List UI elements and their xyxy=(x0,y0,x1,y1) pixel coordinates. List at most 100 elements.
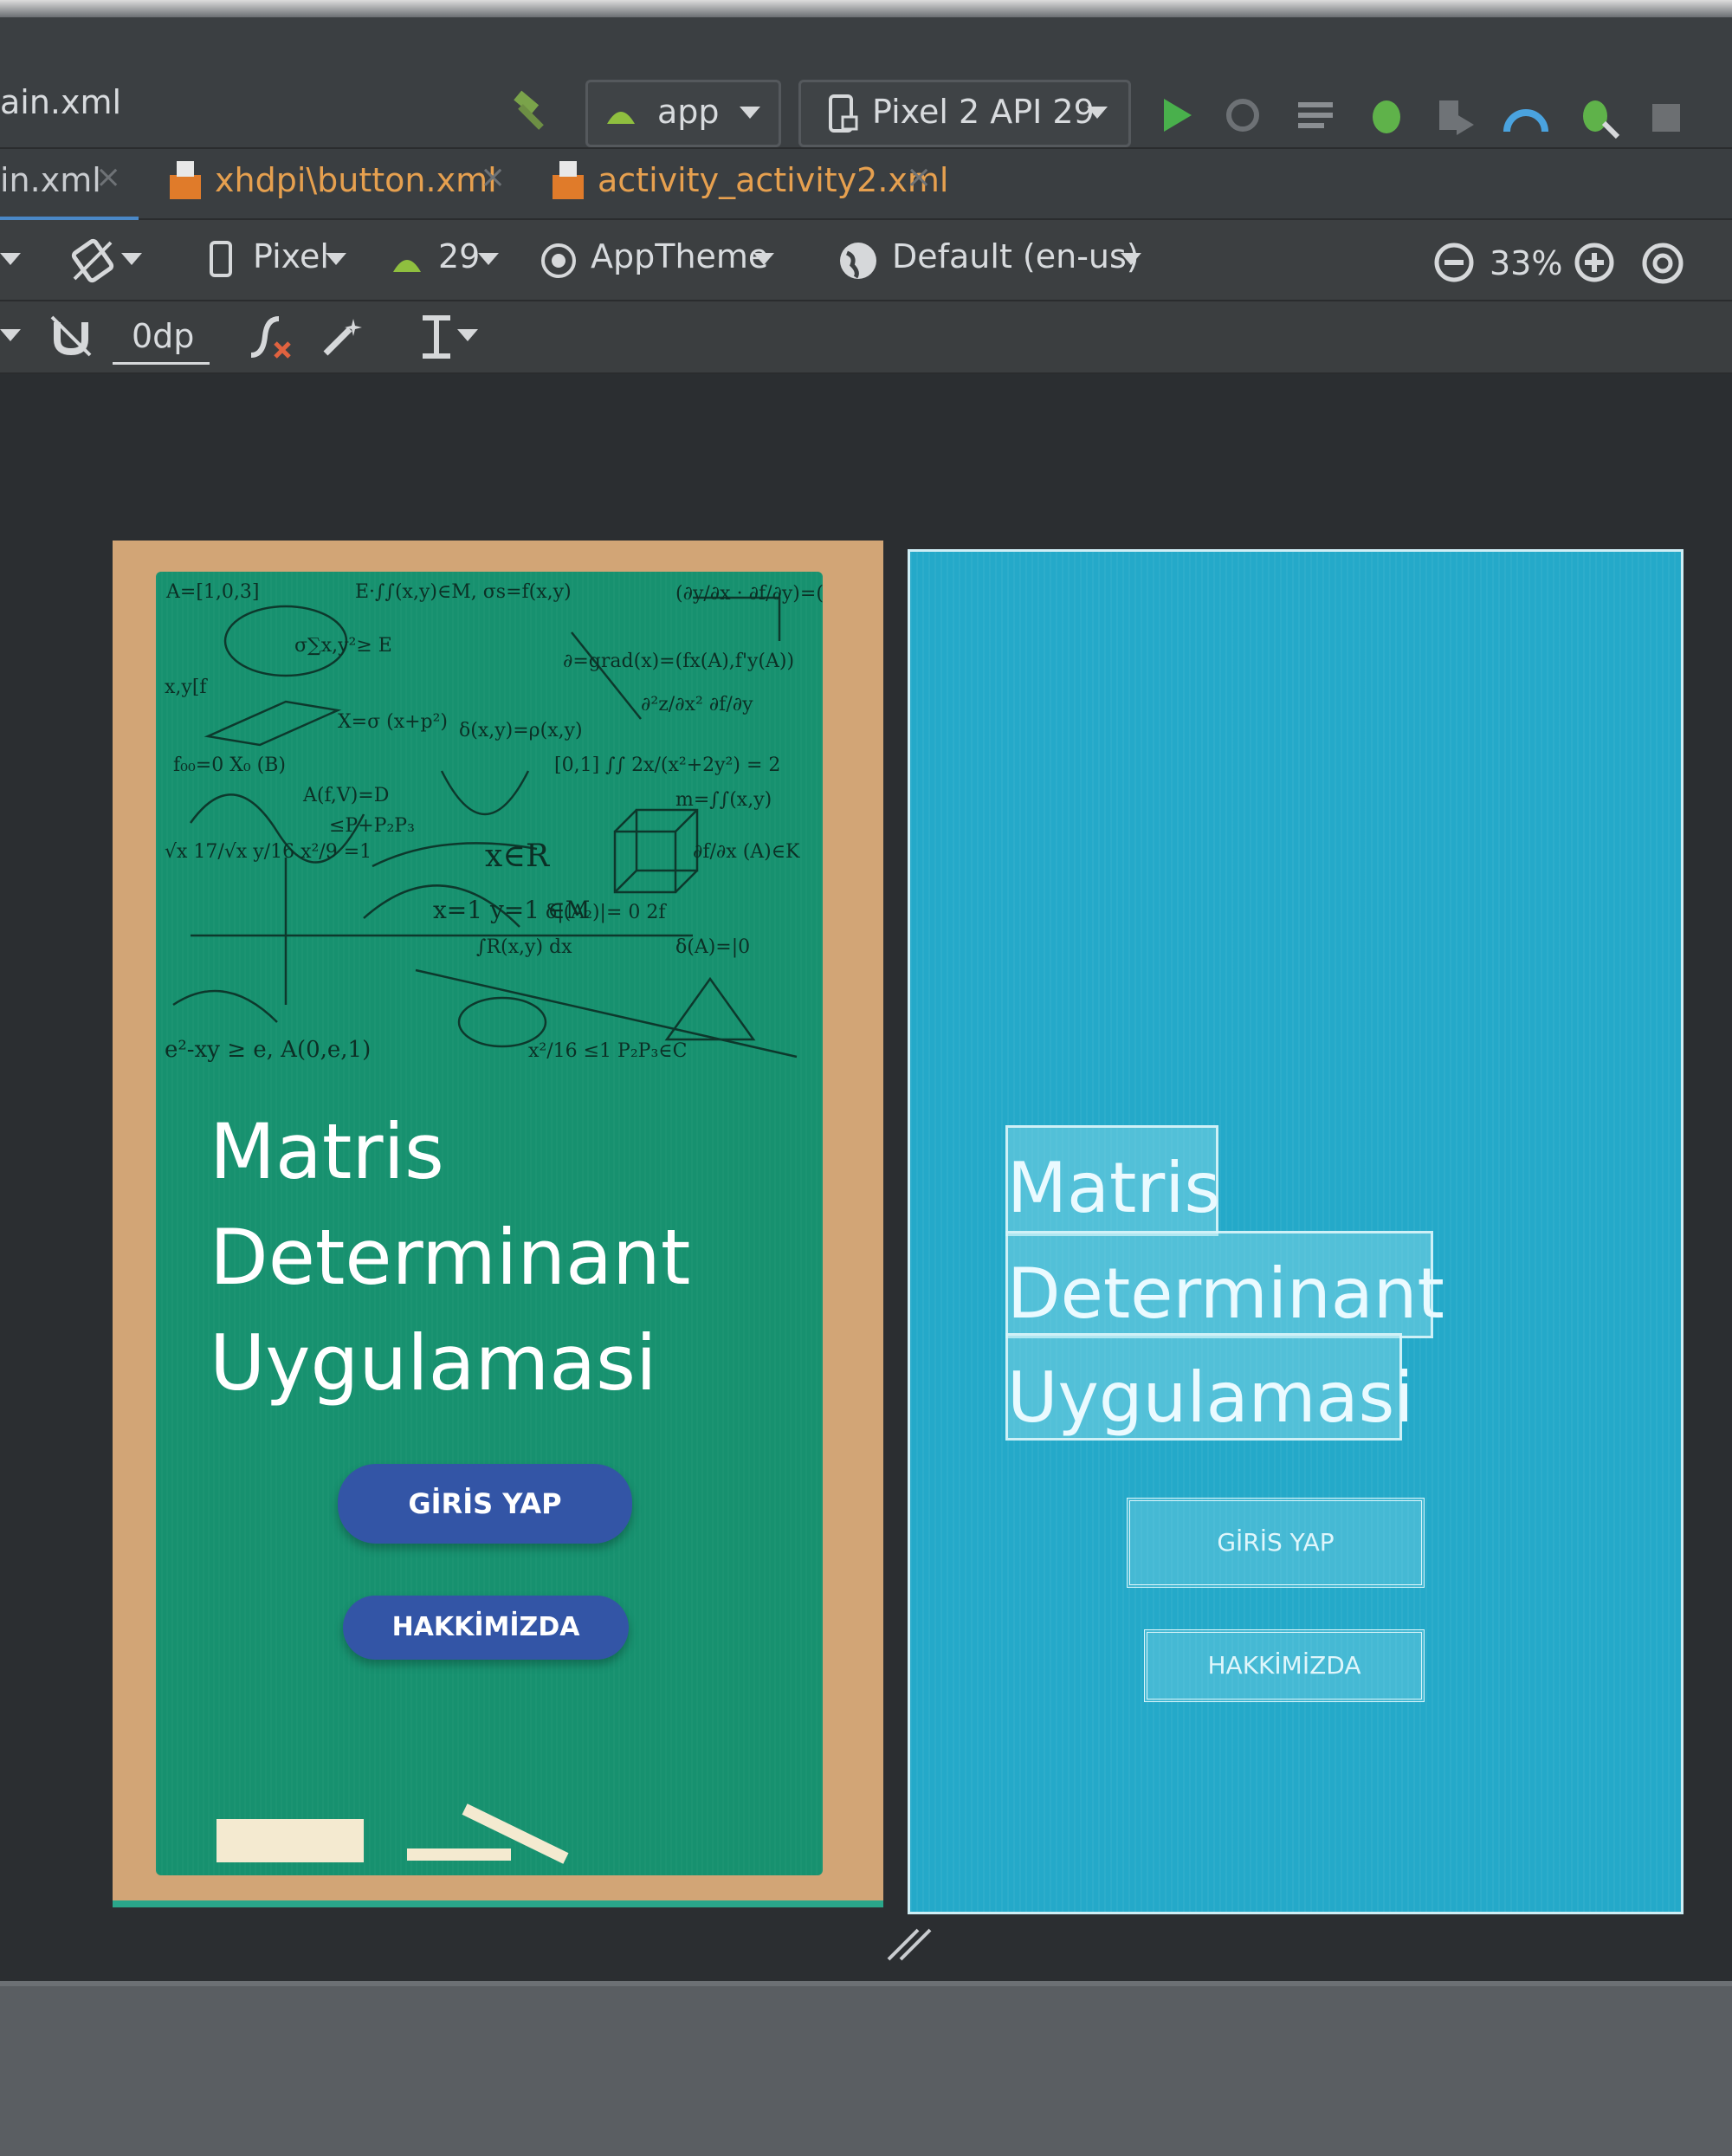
chevron-down-icon[interactable] xyxy=(0,253,21,265)
monitor-top-edge xyxy=(0,0,1732,17)
phone-icon xyxy=(829,94,858,133)
hammer-icon[interactable] xyxy=(507,87,555,135)
tab-label: xhdpi\button.xml xyxy=(215,161,497,199)
math-formulas-image: A=[1,0,3] E·∫∫(x,y)∈M, σs=f(x,y) (∂y/∂x … xyxy=(165,581,823,1063)
svg-text:A=[1,0,3]: A=[1,0,3] xyxy=(165,581,259,603)
svg-text:∂=grad(x)=(fx(A),f'y(A)): ∂=grad(x)=(fx(A),f'y(A)) xyxy=(563,651,794,672)
device-select[interactable]: Pixel 2 API 29 xyxy=(798,80,1131,147)
svg-text:(∂y/∂x · ∂f/∂y)=(u,v): (∂y/∂x · ∂f/∂y)=(u,v) xyxy=(675,583,823,605)
svg-text:[0,1] ∫∫ 2x/(x²+2y²) = 2: [0,1] ∫∫ 2x/(x²+2y²) = 2 xyxy=(554,754,780,776)
svg-text:δ(x,y)=ρ(x,y): δ(x,y)=ρ(x,y) xyxy=(459,720,583,741)
tab-button-xml[interactable]: xhdpi\button.xml × xyxy=(161,149,525,217)
xml-file-icon xyxy=(553,161,584,199)
clear-constraints-icon[interactable] xyxy=(246,314,294,360)
tab-activity-main[interactable]: in.xml × xyxy=(0,149,139,222)
about-button[interactable]: HAKKİMİZDA xyxy=(343,1596,629,1660)
title-line-3: Uygulamasi xyxy=(210,1318,657,1408)
debug-icon[interactable] xyxy=(1365,94,1408,137)
run-icon[interactable] xyxy=(1160,95,1195,135)
phone-icon xyxy=(210,241,232,277)
svg-text:A(f,V)=D: A(f,V)=D xyxy=(302,785,389,806)
design-preview-frame[interactable]: A=[1,0,3] E·∫∫(x,y)∈M, σs=f(x,y) (∂y/∂x … xyxy=(113,541,883,1907)
profile-icon[interactable] xyxy=(1434,95,1477,139)
chalkboard-background: A=[1,0,3] E·∫∫(x,y)∈M, σs=f(x,y) (∂y/∂x … xyxy=(156,572,823,1875)
android-icon xyxy=(393,260,421,272)
title-line-2: Determinant xyxy=(210,1213,691,1302)
file-breadcrumb[interactable]: ain.xml xyxy=(0,83,121,121)
bottom-panel xyxy=(0,1981,1732,2156)
svg-text:x,y[f: x,y[f xyxy=(165,677,208,698)
svg-text:e²-xy ≥ e, A(0,e,1): e²-xy ≥ e, A(0,e,1) xyxy=(165,1037,371,1063)
svg-text:∂f/∂x (A)∈K: ∂f/∂x (A)∈K xyxy=(693,841,800,863)
default-margin-value: 0dp xyxy=(132,317,195,355)
theme-label: AppTheme xyxy=(591,237,769,275)
chevron-down-icon xyxy=(753,253,774,265)
resize-handle-icon[interactable] xyxy=(883,1913,935,1965)
default-margin-field[interactable]: 0dp xyxy=(113,310,210,365)
blueprint-login-button[interactable]: GİRİS YAP xyxy=(1127,1498,1425,1588)
run-config-label: app xyxy=(657,93,720,131)
api-level-select[interactable]: 29 xyxy=(386,232,507,289)
xml-file-icon xyxy=(170,161,201,199)
blueprint-about-button[interactable]: HAKKİMİZDA xyxy=(1144,1629,1425,1702)
tab-label: activity_activity2.xml xyxy=(598,161,949,199)
zoom-in-icon[interactable] xyxy=(1573,241,1616,284)
api-level-label: 29 xyxy=(438,237,481,275)
svg-text:x²/16 ≤1 P₂P₃∈C: x²/16 ≤1 P₂P₃∈C xyxy=(528,1040,687,1062)
orientation-icon[interactable] xyxy=(69,237,116,284)
svg-text:∂²z/∂x² ∂f/∂y: ∂²z/∂x² ∂f/∂y xyxy=(641,694,753,715)
chalk-eraser-image xyxy=(216,1819,364,1862)
stop-icon[interactable] xyxy=(1651,102,1682,133)
editor-tabs: in.xml × xhdpi\button.xml × activity_act… xyxy=(0,149,1732,222)
run-config-select[interactable]: app xyxy=(585,80,781,147)
svg-text:√x 17/√x y/16 x²/9 =1: √x 17/√x y/16 x²/9 =1 xyxy=(165,841,372,863)
apply-changes-icon[interactable] xyxy=(1223,95,1263,135)
chevron-down-icon[interactable] xyxy=(0,329,21,341)
zoom-level: 33% xyxy=(1490,244,1563,282)
zoom-out-icon[interactable] xyxy=(1432,241,1476,284)
login-button[interactable]: GİRİS YAP xyxy=(338,1464,632,1544)
chevron-down-icon xyxy=(740,107,760,119)
svg-text:x∈R: x∈R xyxy=(485,838,550,874)
autoconnect-magnet-icon[interactable] xyxy=(48,314,94,359)
svg-text:E·∫∫(x,y)∈M, σs=f(x,y): E·∫∫(x,y)∈M, σs=f(x,y) xyxy=(355,581,572,603)
apply-code-changes-icon[interactable] xyxy=(1295,97,1336,135)
chevron-down-icon xyxy=(1121,253,1141,265)
svg-text:σ∑x,y²≥ E: σ∑x,y²≥ E xyxy=(294,635,392,657)
tab-activity2-xml[interactable]: activity_activity2.xml × xyxy=(544,149,951,217)
device-preview-label: Pixel xyxy=(253,237,329,275)
svg-text:m=∫∫(x,y): m=∫∫(x,y) xyxy=(675,789,772,811)
chevron-down-icon xyxy=(326,253,346,265)
zoom-to-fit-icon[interactable] xyxy=(1640,241,1685,286)
blueprint-title-line-3: Uygulamasi xyxy=(1007,1357,1414,1438)
svg-text:≤P+P₂P₃: ≤P+P₂P₃ xyxy=(329,815,415,837)
chalk-stick-image xyxy=(407,1848,511,1861)
theme-select[interactable]: AppTheme xyxy=(535,232,786,289)
theme-icon xyxy=(541,243,576,278)
attach-debugger-icon[interactable] xyxy=(1574,94,1621,140)
close-icon[interactable]: × xyxy=(906,159,932,195)
close-icon[interactable]: × xyxy=(480,159,506,195)
design-toolbar: Pixel 29 AppTheme Default (en-us) 33% xyxy=(0,220,1732,301)
svg-text:X=σ (x+p²): X=σ (x+p²) xyxy=(338,711,448,733)
locale-select[interactable]: Default (en-us) xyxy=(833,232,1154,289)
svg-text:δ(A)=|0: δ(A)=|0 xyxy=(675,936,750,958)
tab-label: in.xml xyxy=(0,161,101,199)
profiler-gauge-icon[interactable] xyxy=(1503,97,1548,135)
device-preview-select[interactable]: Pixel xyxy=(204,232,360,289)
chevron-down-icon[interactable] xyxy=(457,329,478,341)
blueprint-title-line-2: Determinant xyxy=(1007,1253,1444,1334)
globe-icon xyxy=(840,243,876,279)
blueprint-title-line-1: Matris xyxy=(1007,1148,1221,1228)
close-icon[interactable]: × xyxy=(95,159,121,195)
title-line-1: Matris xyxy=(210,1107,444,1196)
infer-constraints-wand-icon[interactable] xyxy=(319,314,365,360)
svg-text:∫R(x,y) dx: ∫R(x,y) dx xyxy=(476,936,572,958)
layout-tools-toolbar: 0dp xyxy=(0,301,1732,374)
svg-text:δ|(A₂)|= 0 2f: δ|(A₂)|= 0 2f xyxy=(546,902,667,923)
android-icon xyxy=(607,112,635,124)
locale-label: Default (en-us) xyxy=(892,237,1140,275)
blueprint-preview[interactable]: Matris Determinant Uygulamasi GİRİS YAP … xyxy=(908,549,1684,1914)
chevron-down-icon xyxy=(121,253,142,265)
guidelines-icon[interactable] xyxy=(419,312,454,362)
